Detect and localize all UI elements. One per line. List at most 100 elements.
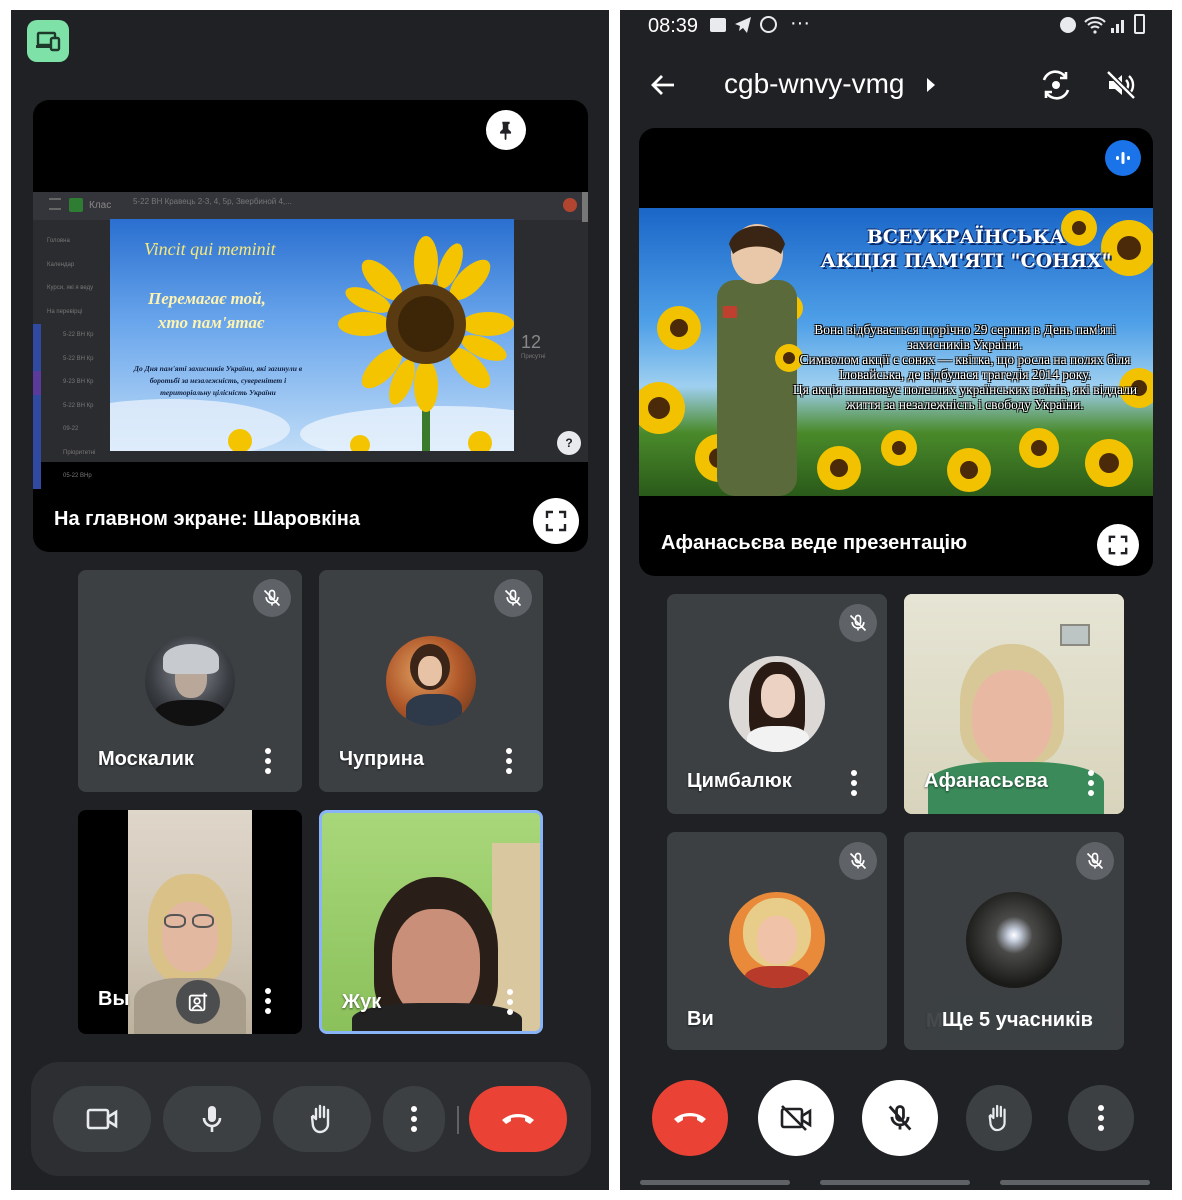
- classroom-tab-text: Клас: [89, 200, 112, 211]
- stage-caption: На главном экране: Шаровкіна: [54, 508, 360, 530]
- participant-name: Вы: [98, 988, 130, 1010]
- slide-paragraph: Символом акції є соняx — квітка, що росл…: [799, 352, 1131, 382]
- wifi-icon: [1084, 16, 1106, 34]
- switch-camera-icon[interactable]: [1040, 70, 1072, 100]
- status-bar: 08:39 ···: [620, 10, 1172, 46]
- raise-hand-icon: [310, 1104, 330, 1134]
- camera-button[interactable]: [53, 1086, 151, 1152]
- end-call-icon: [674, 1113, 706, 1123]
- sidebar-item: Курси, які я веду: [47, 285, 94, 291]
- more-options-button[interactable]: [1068, 1085, 1134, 1151]
- help-icon[interactable]: ?: [557, 431, 581, 455]
- mic-off-badge: [839, 604, 877, 642]
- sidebar-item: 5-22 ВН Кр: [33, 394, 109, 418]
- participant-avatar: [386, 636, 476, 726]
- self-tile[interactable]: Ви: [667, 832, 887, 1050]
- battery-icon: [1134, 14, 1145, 34]
- end-call-button[interactable]: [652, 1080, 728, 1156]
- attendance-count: 12: [521, 332, 542, 352]
- mic-off-icon: [1086, 852, 1104, 870]
- presentation-stage[interactable]: ВСЕУКРАЇНСЬКА АКЦІЯ ПАМ'ЯТІ "СОНЯХ" Вона…: [639, 128, 1153, 576]
- participant-avatar: [729, 892, 825, 988]
- classroom-sidebar: Головна Календар Курси, які я веду На пе…: [33, 220, 109, 489]
- back-arrow-icon[interactable]: [650, 72, 676, 98]
- slide-title-1: ВСЕУКРАЇНСЬКА: [866, 226, 1066, 248]
- participant-tile[interactable]: Чуприна: [319, 570, 543, 792]
- participant-tile[interactable]: Афанасьєва: [904, 594, 1124, 814]
- more-vert-icon: [1098, 1105, 1104, 1131]
- fullscreen-icon: [1108, 535, 1128, 555]
- fullscreen-button[interactable]: [1097, 524, 1139, 566]
- mic-off-icon: [888, 1105, 912, 1131]
- speaker-off-icon[interactable]: [1106, 70, 1136, 100]
- mic-off-badge: [1076, 842, 1114, 880]
- more-participants-chip[interactable]: Ще 5 учасників: [926, 998, 1109, 1042]
- microphone-icon: [202, 1106, 222, 1132]
- raise-hand-button[interactable]: [273, 1086, 371, 1152]
- raise-hand-button[interactable]: [966, 1085, 1032, 1151]
- slide-motto: Vincit qui meminit: [144, 239, 276, 259]
- microphone-button[interactable]: [163, 1086, 261, 1152]
- mic-off-icon: [849, 614, 867, 632]
- sidebar-item: Головна: [47, 238, 70, 244]
- more-options-icon[interactable]: [1088, 770, 1094, 796]
- classroom-course-text: 5-22 ВН Кравець 2-3, 4, 5р, Звербиной 4,…: [133, 197, 292, 206]
- participant-tile[interactable]: Цимбалюк: [667, 594, 887, 814]
- gallery-icon: [710, 18, 726, 32]
- more-options-icon[interactable]: [507, 989, 513, 1015]
- meeting-header: cgb-wnvy-vmg: [620, 46, 1172, 128]
- slide-line-2: хто пам'ятає: [158, 313, 265, 332]
- more-notifications-icon: ···: [790, 12, 810, 34]
- sidebar-item: 05-22 ВНр: [33, 465, 109, 489]
- audio-level-icon: [1116, 152, 1130, 164]
- slide-paragraphs: Вона відбувається щорічно 29 серпня в Де…: [785, 322, 1145, 412]
- effects-button[interactable]: [176, 980, 220, 1024]
- mic-off-button[interactable]: [862, 1080, 938, 1156]
- more-participants-tile[interactable]: М Ще 5 учасників: [904, 832, 1124, 1050]
- meeting-code[interactable]: cgb-wnvy-vmg: [724, 68, 904, 100]
- scrollbar[interactable]: [582, 192, 588, 222]
- sidebar-item: 5-22 ВН Кр: [33, 324, 109, 348]
- fullscreen-button[interactable]: [533, 498, 579, 544]
- more-options-icon[interactable]: [265, 748, 271, 774]
- participant-name: Жук: [342, 991, 382, 1013]
- raise-hand-icon: [988, 1104, 1006, 1132]
- pin-button[interactable]: [486, 110, 526, 150]
- mic-off-badge: [253, 579, 291, 617]
- slide-dedication: До Дня пам'яті захисників України, які з…: [133, 364, 303, 397]
- call-controls: [31, 1062, 591, 1176]
- participant-avatar: [145, 636, 235, 726]
- participant-name: Ви: [687, 1008, 714, 1030]
- participant-tile-active[interactable]: Жук: [319, 810, 543, 1034]
- self-video-tile[interactable]: Вы: [78, 810, 302, 1034]
- slide-sunflower: Vincit qui meminit Перемагає той, хто па…: [110, 219, 514, 451]
- whatsapp-icon: [760, 16, 777, 33]
- camera-off-button[interactable]: [758, 1080, 834, 1156]
- sidebar-item: На перевірці: [47, 308, 83, 315]
- slide-line-1: Перемагає той,: [148, 289, 266, 308]
- camera-off-icon: [780, 1105, 812, 1131]
- slide-title-2: АКЦІЯ ПАМ'ЯТІ "СОНЯХ": [820, 250, 1112, 272]
- mic-off-badge: [839, 842, 877, 880]
- more-options-icon[interactable]: [265, 988, 271, 1014]
- end-call-button[interactable]: [469, 1086, 567, 1152]
- more-options-button[interactable]: [383, 1086, 445, 1152]
- participant-avatar: [966, 892, 1062, 988]
- more-options-icon[interactable]: [506, 748, 512, 774]
- more-options-icon[interactable]: [851, 770, 857, 796]
- account-avatar-icon: [563, 198, 577, 212]
- cast-devices-icon: [36, 31, 61, 52]
- meet-window-right: 08:39 ··· cgb-wnvy-vmg ВСЕУКРАЇНСЬКА АКЦ…: [620, 10, 1172, 1190]
- participant-name: Афанасьєва: [924, 770, 1048, 792]
- chevron-right-icon[interactable]: [926, 78, 936, 92]
- signal-icon: [1111, 20, 1124, 33]
- slide-sonyakh: ВСЕУКРАЇНСЬКА АКЦІЯ ПАМ'ЯТІ "СОНЯХ" Вона…: [639, 208, 1153, 496]
- participant-tile[interactable]: Москалик: [78, 570, 302, 792]
- divider: [457, 1106, 459, 1134]
- main-stage[interactable]: Клас 5-22 ВН Кравець 2-3, 4, 5р, Звербин…: [33, 100, 588, 552]
- pin-icon: [500, 121, 512, 141]
- speaking-indicator: [1105, 140, 1141, 176]
- portrait-effects-icon: [188, 992, 208, 1012]
- cast-button[interactable]: [27, 20, 69, 62]
- status-time: 08:39: [648, 15, 699, 37]
